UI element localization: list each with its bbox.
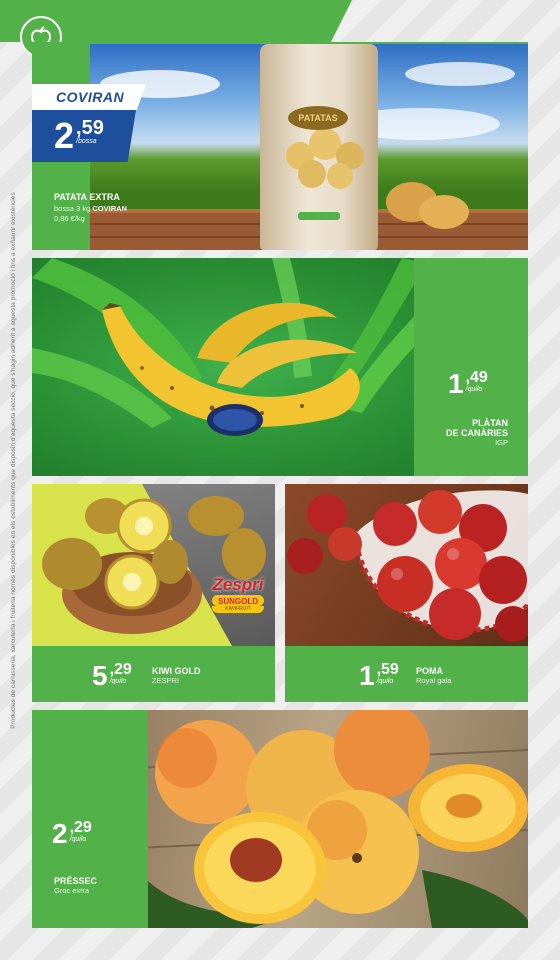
product-detail: bossa 3 kg COVIRAN: [54, 204, 127, 213]
peach-name: PRÉSSEC Groc extra: [54, 876, 98, 895]
banana-panel: 1 ,49 /quilo PLÀTAN DE CANÀRIES IGP: [32, 258, 528, 476]
kiwi-name: KIWI GOLD ZESPRI: [152, 666, 201, 685]
banana-price: 1 ,49 /quilo: [448, 370, 488, 398]
price-integer: 2: [54, 115, 75, 156]
bag-label: PATATAS: [288, 106, 348, 130]
price-unit: /quilo: [376, 678, 394, 685]
price-unit: /bossa: [76, 138, 97, 145]
legal-note: Productes de carnisseria, xarcuteria i f…: [6, 170, 20, 750]
apple-price: 1 ,59 /quilo: [359, 662, 399, 690]
unit-price: 0,86 €/kg: [54, 214, 85, 223]
apple-photo: [285, 484, 528, 646]
kiwi-price: 5 ,29 /quilo: [92, 662, 132, 690]
price-integer: 5: [92, 660, 108, 691]
potato-price-box: 2 ,59 /bossa: [32, 110, 136, 162]
peach-price: 2 ,29 /quilo: [52, 820, 92, 848]
price-decimal: ,29: [109, 661, 132, 678]
apple-info-bar: 1 ,59 /quilo POMA Royal gala: [285, 646, 528, 702]
kiwi-photo: Zespri SUNGOLD KIWIFRUIT: [32, 484, 275, 646]
potato-info: PATATA EXTRA bossa 3 kg COVIRAN 0,86 €/k…: [54, 192, 154, 223]
kiwi-panel: Zespri SUNGOLD KIWIFRUIT 5 ,29 /quilo KI…: [32, 484, 275, 702]
apple-name: POMA Royal gala: [416, 666, 452, 685]
kiwi-info-bar: 5 ,29 /quilo KIWI GOLD ZESPRI: [32, 646, 275, 702]
price-unit: /quilo: [109, 678, 127, 685]
legal-note-text: Productes de carnisseria, xarcuteria i f…: [9, 191, 17, 729]
coviran-logo: COVIRAN: [56, 89, 125, 105]
price-integer: 2: [52, 818, 68, 849]
banana-photo: [32, 258, 472, 476]
product-detail: Royal gala: [416, 676, 452, 685]
potato-panel: PATATAS COVIRAN 2 ,59 /bossa PATATA EXTR…: [32, 42, 528, 250]
price-decimal: ,59: [76, 117, 104, 139]
zespri-logo: Zespri SUNGOLD KIWIFRUIT: [212, 575, 264, 613]
product-detail: Groc extra: [54, 886, 90, 895]
peach-photo: [92, 710, 528, 928]
price-decimal: ,49: [465, 369, 488, 386]
potato-price: 2 ,59 /bossa: [54, 118, 104, 154]
potato-bag: PATATAS: [260, 44, 378, 250]
peach-panel: 2 ,29 /quilo PRÉSSEC Groc extra: [32, 710, 528, 928]
banana-info-box: 1 ,49 /quilo PLÀTAN DE CANÀRIES IGP: [414, 258, 528, 476]
product-detail: IGP: [495, 438, 508, 447]
banana-name: PLÀTAN DE CANÀRIES IGP: [445, 418, 508, 447]
peach-info-box: 2 ,29 /quilo PRÉSSEC Groc extra: [32, 710, 148, 928]
price-decimal: ,59: [376, 661, 399, 678]
apple-panel: 1 ,59 /quilo POMA Royal gala: [285, 484, 528, 702]
potato-photo: PATATAS: [90, 44, 528, 250]
price-unit: /quilo: [465, 386, 483, 393]
price-decimal: ,29: [69, 819, 92, 836]
price-unit: /quilo: [69, 836, 87, 843]
price-integer: 1: [359, 660, 375, 691]
price-integer: 1: [448, 368, 464, 399]
product-name: PATATA EXTRA: [54, 192, 120, 202]
coviran-brand-badge: COVIRAN: [32, 84, 146, 110]
product-detail: ZESPRI: [152, 676, 180, 685]
